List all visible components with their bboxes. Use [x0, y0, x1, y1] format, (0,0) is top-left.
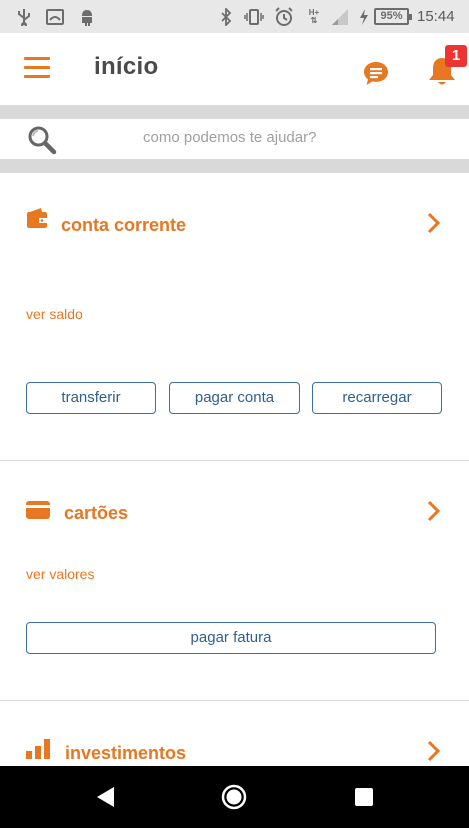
search-placeholder: como podemos te ajudar?	[143, 129, 317, 146]
menu-button[interactable]	[22, 53, 52, 83]
investimentos-title: investimentos	[65, 743, 187, 763]
wallet-icon	[27, 208, 47, 228]
charging-icon	[356, 0, 372, 33]
notification-badge: 1	[445, 45, 467, 67]
menu-icon	[24, 57, 50, 60]
chevron-right-icon	[427, 740, 441, 762]
search-input[interactable]: como podemos te ajudar?	[0, 119, 469, 159]
investimentos-header[interactable]: investimentos	[0, 733, 469, 766]
separator-bar	[0, 105, 469, 119]
vibrate-icon	[242, 0, 266, 33]
search-icon	[28, 126, 57, 155]
conta-corrente-header[interactable]: conta corrente	[0, 205, 469, 245]
cast-icon	[44, 0, 66, 33]
separator-bar	[0, 159, 469, 173]
ver-saldo-link[interactable]: ver saldo	[26, 306, 83, 322]
bluetooth-icon	[217, 0, 235, 33]
recent-apps-icon[interactable]	[355, 788, 373, 806]
credit-card-icon	[26, 501, 50, 519]
chevron-right-icon	[427, 500, 441, 522]
status-time: 15:44	[417, 8, 455, 25]
network-h-plus-icon: H+ ⇅	[308, 7, 320, 25]
usb-icon	[14, 0, 34, 33]
cartoes-title: cartões	[64, 503, 129, 523]
android-icon	[76, 0, 98, 33]
investimentos-card: investimentos	[0, 701, 469, 766]
conta-corrente-title: conta corrente	[61, 215, 187, 235]
cartoes-card: cartões ver valores pagar fatura	[0, 461, 469, 700]
home-icon[interactable]	[221, 784, 247, 810]
bar-chart-icon	[26, 739, 50, 759]
app-header: início 1	[0, 33, 469, 105]
recarregar-button[interactable]: recarregar	[312, 382, 442, 414]
chevron-right-icon	[427, 212, 441, 234]
battery-indicator: 95%	[374, 8, 412, 25]
signal-icon	[330, 0, 350, 33]
status-bar: H+ ⇅ 95% 15:44	[0, 0, 469, 33]
page-title: início	[94, 53, 159, 80]
alarm-icon	[272, 0, 296, 33]
cartoes-header[interactable]: cartões	[0, 493, 469, 533]
back-icon[interactable]	[95, 786, 117, 808]
navigation-bar	[0, 766, 469, 828]
chat-icon	[364, 62, 388, 85]
chat-button[interactable]	[361, 59, 391, 89]
conta-corrente-card: conta corrente ver saldo transferir paga…	[0, 173, 469, 460]
ver-valores-link[interactable]: ver valores	[26, 566, 94, 582]
transferir-button[interactable]: transferir	[26, 382, 156, 414]
pagar-fatura-button[interactable]: pagar fatura	[26, 622, 436, 654]
pagar-conta-button[interactable]: pagar conta	[169, 382, 300, 414]
